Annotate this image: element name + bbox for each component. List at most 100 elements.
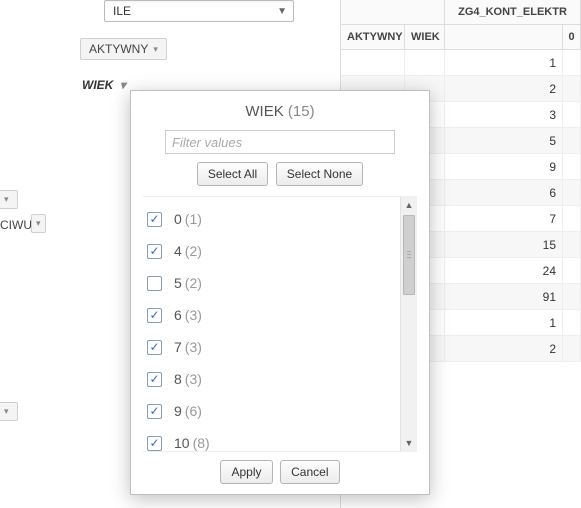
cell	[563, 336, 581, 361]
filter-pill-ciwu-label: CIWU	[0, 218, 32, 232]
cell-value: 6	[445, 180, 563, 205]
list-item-count: (6)	[185, 403, 202, 419]
chevron-down-icon: ▼	[277, 6, 287, 17]
cell	[563, 50, 581, 75]
scroll-up-icon[interactable]: ▲	[401, 197, 417, 213]
filter-pill-aktywny[interactable]: AKTYWNY ▾	[80, 38, 167, 60]
grid-header: ZG4_KONT_ELEKTR AKTYWNY WIEK 0	[341, 0, 581, 50]
scrollbar-thumb[interactable]	[403, 215, 415, 295]
list-item[interactable]: 10(8)	[147, 427, 395, 451]
list-item-label: 0	[174, 211, 182, 227]
list-item-label: 7	[174, 339, 182, 355]
scrollbar-grip-icon	[407, 251, 411, 259]
cell	[563, 232, 581, 257]
cell	[341, 50, 405, 75]
chevron-down-icon: ▾	[120, 78, 126, 92]
cell	[563, 128, 581, 153]
list-item-count: (3)	[185, 339, 202, 355]
list-item-count: (2)	[185, 275, 202, 291]
list-item[interactable]: 4(2)	[147, 235, 395, 267]
cell-value: 7	[445, 206, 563, 231]
cell	[563, 102, 581, 127]
cell-value: 9	[445, 154, 563, 179]
checkbox[interactable]	[147, 372, 162, 387]
checkbox[interactable]	[147, 436, 162, 451]
cell-value: 1	[445, 310, 563, 335]
list-item-count: (8)	[193, 435, 210, 451]
table-row[interactable]: 1	[341, 50, 581, 76]
grid-header-col4[interactable]: 0	[563, 25, 581, 50]
values-list-wrap: 0(1)4(2)5(2)6(3)7(3)8(3)9(6)10(8) ▲ ▼	[143, 196, 417, 451]
checkbox[interactable]	[147, 244, 162, 259]
popup-title-text: WIEK	[245, 103, 283, 120]
chevron-down-icon: ▾	[4, 194, 9, 205]
cell	[405, 50, 445, 75]
list-item-label: 6	[174, 307, 182, 323]
measure-dropdown-label: ILE	[113, 4, 131, 18]
list-item-count: (3)	[185, 307, 202, 323]
checkbox[interactable]	[147, 404, 162, 419]
list-item-count: (2)	[185, 243, 202, 259]
list-item-label: 10	[174, 435, 190, 451]
cell	[563, 206, 581, 231]
select-none-button[interactable]: Select None	[276, 162, 363, 186]
grid-header-col1[interactable]: AKTYWNY	[341, 25, 405, 50]
cell-value: 2	[445, 336, 563, 361]
filter-pill-ciwu-caret[interactable]: ▾	[31, 214, 46, 233]
scroll-down-icon[interactable]: ▼	[401, 435, 417, 451]
chevron-down-icon: ▾	[36, 218, 41, 229]
cell	[563, 76, 581, 101]
cell	[563, 284, 581, 309]
filter-pill-label: AKTYWNY	[89, 42, 148, 56]
list-item[interactable]: 0(1)	[147, 203, 395, 235]
list-item-count: (3)	[185, 371, 202, 387]
list-item-label: 9	[174, 403, 182, 419]
list-item-label: 4	[174, 243, 182, 259]
scrollbar[interactable]: ▲ ▼	[400, 197, 417, 451]
active-filter-wiek[interactable]: WIEK ▾	[82, 78, 126, 92]
select-all-button[interactable]: Select All	[197, 162, 268, 186]
cancel-button[interactable]: Cancel	[280, 460, 339, 484]
grid-header-col3[interactable]	[445, 25, 563, 50]
checkbox[interactable]	[147, 276, 162, 291]
list-item[interactable]: 6(3)	[147, 299, 395, 331]
chevron-down-icon: ▾	[4, 406, 9, 417]
checkbox[interactable]	[147, 212, 162, 227]
cell	[563, 310, 581, 335]
cell-value: 1	[445, 50, 563, 75]
filter-values-input[interactable]	[165, 130, 395, 154]
cell-value: 15	[445, 232, 563, 257]
list-item[interactable]: 9(6)	[147, 395, 395, 427]
checkbox[interactable]	[147, 308, 162, 323]
filter-popup: WIEK (15) Select All Select None 0(1)4(2…	[130, 90, 430, 495]
grid-header-col2[interactable]: WIEK	[405, 25, 445, 50]
popup-title-count: (15)	[288, 103, 315, 120]
apply-button[interactable]: Apply	[220, 460, 272, 484]
cell	[563, 180, 581, 205]
list-item[interactable]: 5(2)	[147, 267, 395, 299]
cell-value: 3	[445, 102, 563, 127]
list-item[interactable]: 7(3)	[147, 331, 395, 363]
chevron-down-icon: ▾	[153, 44, 158, 55]
select-buttons-row: Select All Select None	[143, 162, 417, 186]
cell-value: 5	[445, 128, 563, 153]
grid-header-spacer	[341, 0, 445, 25]
cell-value: 2	[445, 76, 563, 101]
cell	[563, 154, 581, 179]
popup-title: WIEK (15)	[143, 103, 417, 120]
scrollbar-track[interactable]	[401, 213, 417, 435]
list-item-label: 8	[174, 371, 182, 387]
list-item[interactable]: 8(3)	[147, 363, 395, 395]
cell	[563, 258, 581, 283]
checkbox[interactable]	[147, 340, 162, 355]
list-item-count: (1)	[185, 211, 202, 227]
active-filter-label: WIEK	[82, 78, 113, 92]
list-item-label: 5	[174, 275, 182, 291]
cell-value: 91	[445, 284, 563, 309]
filter-pill-partial-2[interactable]: ▾	[0, 402, 18, 421]
values-list: 0(1)4(2)5(2)6(3)7(3)8(3)9(6)10(8)	[143, 197, 399, 451]
popup-footer: Apply Cancel	[143, 451, 417, 484]
filter-pill-partial-1[interactable]: ▾	[0, 190, 18, 209]
measure-dropdown[interactable]: ILE ▼	[104, 0, 294, 22]
grid-header-group[interactable]: ZG4_KONT_ELEKTR	[445, 0, 581, 25]
